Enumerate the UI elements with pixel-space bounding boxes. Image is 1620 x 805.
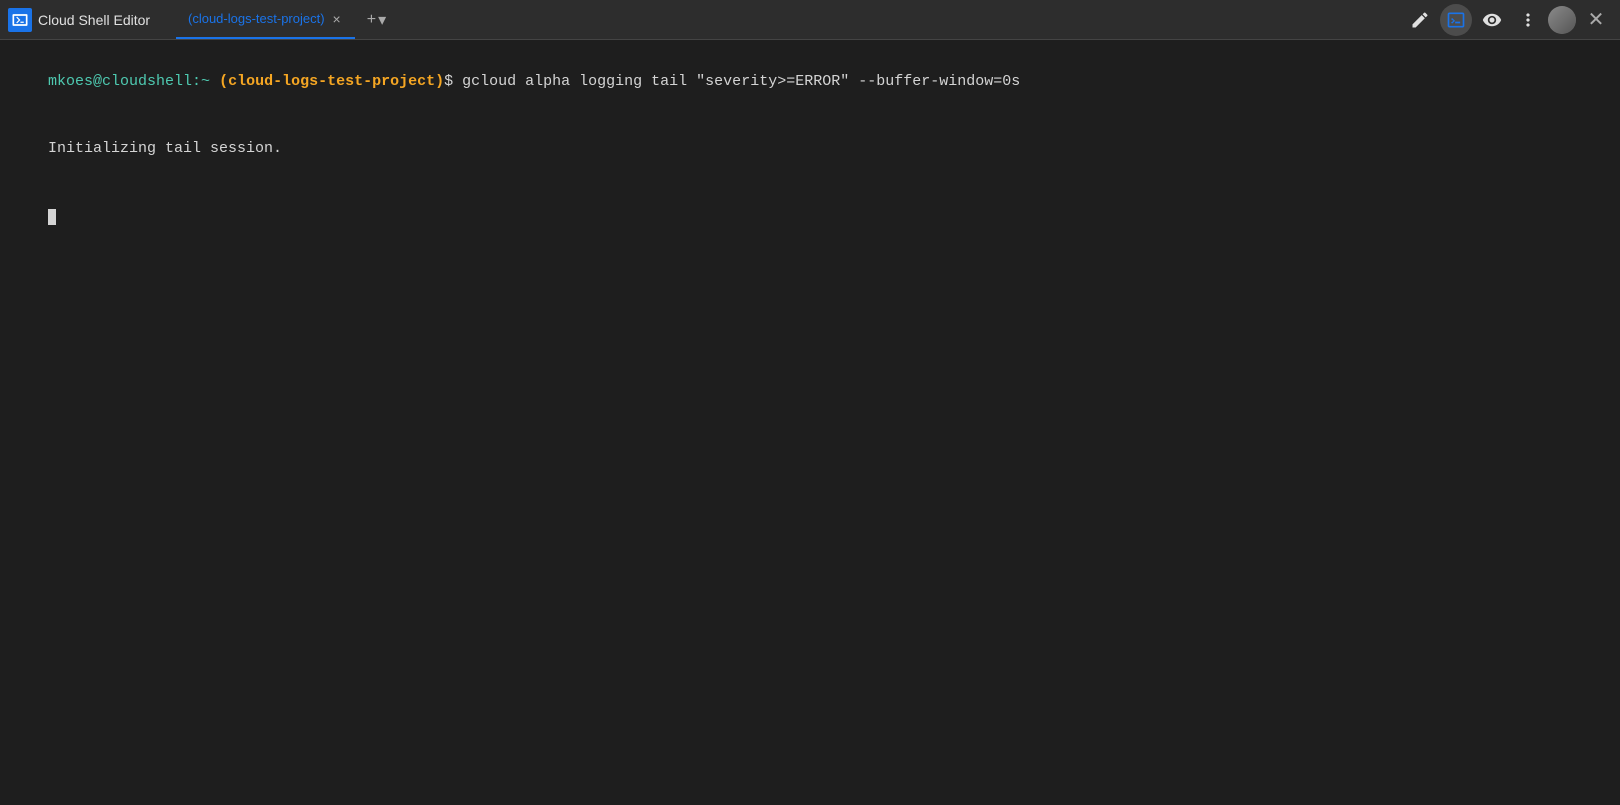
kebab-menu-icon [1518, 10, 1538, 30]
close-window-button[interactable]: ✕ [1580, 4, 1612, 36]
tab-label: (cloud-logs-test-project) [188, 11, 325, 26]
user-avatar[interactable] [1548, 6, 1576, 34]
prompt-dollar: $ [444, 73, 453, 90]
more-menu-button[interactable] [1512, 4, 1544, 36]
terminal-cursor-line [12, 183, 1608, 251]
avatar-image [1548, 6, 1576, 34]
active-tab[interactable]: (cloud-logs-test-project) × [176, 0, 355, 39]
terminal-button[interactable] [1440, 4, 1472, 36]
terminal-logo-svg [10, 10, 30, 30]
toolbar-right: ✕ [1404, 4, 1612, 36]
prompt-project: (cloud-logs-test-project) [219, 73, 444, 90]
tabs-container: (cloud-logs-test-project) × + ▾ [176, 0, 1396, 39]
add-icon: + [367, 11, 376, 29]
tab-close-button[interactable]: × [331, 10, 343, 28]
output-text-1: Initializing tail session. [48, 140, 282, 157]
dropdown-arrow: ▾ [378, 10, 386, 30]
terminal-output-line1: Initializing tail session. [12, 116, 1608, 184]
app-logo: Cloud Shell Editor [8, 8, 168, 32]
close-icon: ✕ [1588, 7, 1605, 32]
preview-icon [1482, 10, 1502, 30]
pencil-icon [1410, 10, 1430, 30]
cloud-shell-icon [8, 8, 32, 32]
terminal-command-line: mkoes@cloudshell:~ (cloud-logs-test-proj… [12, 48, 1608, 116]
top-bar: Cloud Shell Editor (cloud-logs-test-proj… [0, 0, 1620, 40]
preview-button[interactable] [1476, 4, 1508, 36]
prompt-user: mkoes@cloudshell: [48, 73, 201, 90]
terminal-icon [1446, 10, 1466, 30]
prompt-tilde: ~ [201, 73, 210, 90]
terminal-area[interactable]: mkoes@cloudshell:~ (cloud-logs-test-proj… [0, 40, 1620, 769]
command-text: gcloud alpha logging tail "severity>=ERR… [453, 73, 1020, 90]
terminal-cursor [48, 209, 56, 225]
new-tab-button[interactable]: + ▾ [359, 6, 394, 34]
edit-button[interactable] [1404, 4, 1436, 36]
app-title-text: Cloud Shell Editor [38, 12, 150, 28]
